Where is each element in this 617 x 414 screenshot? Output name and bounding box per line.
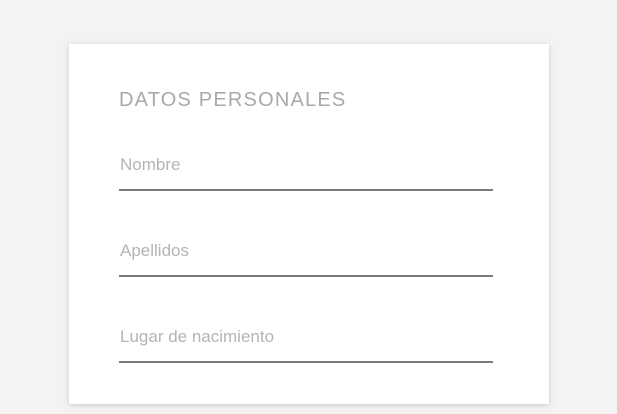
lugar-de-nacimiento-input[interactable] <box>119 323 493 363</box>
lugar-de-nacimiento-field <box>119 323 493 363</box>
section-title: DATOS PERSONALES <box>119 89 347 111</box>
apellidos-input[interactable] <box>119 237 493 277</box>
apellidos-field <box>119 237 493 277</box>
nombre-field <box>119 151 493 191</box>
nombre-input[interactable] <box>119 151 493 191</box>
personal-data-card: DATOS PERSONALES <box>69 44 549 404</box>
